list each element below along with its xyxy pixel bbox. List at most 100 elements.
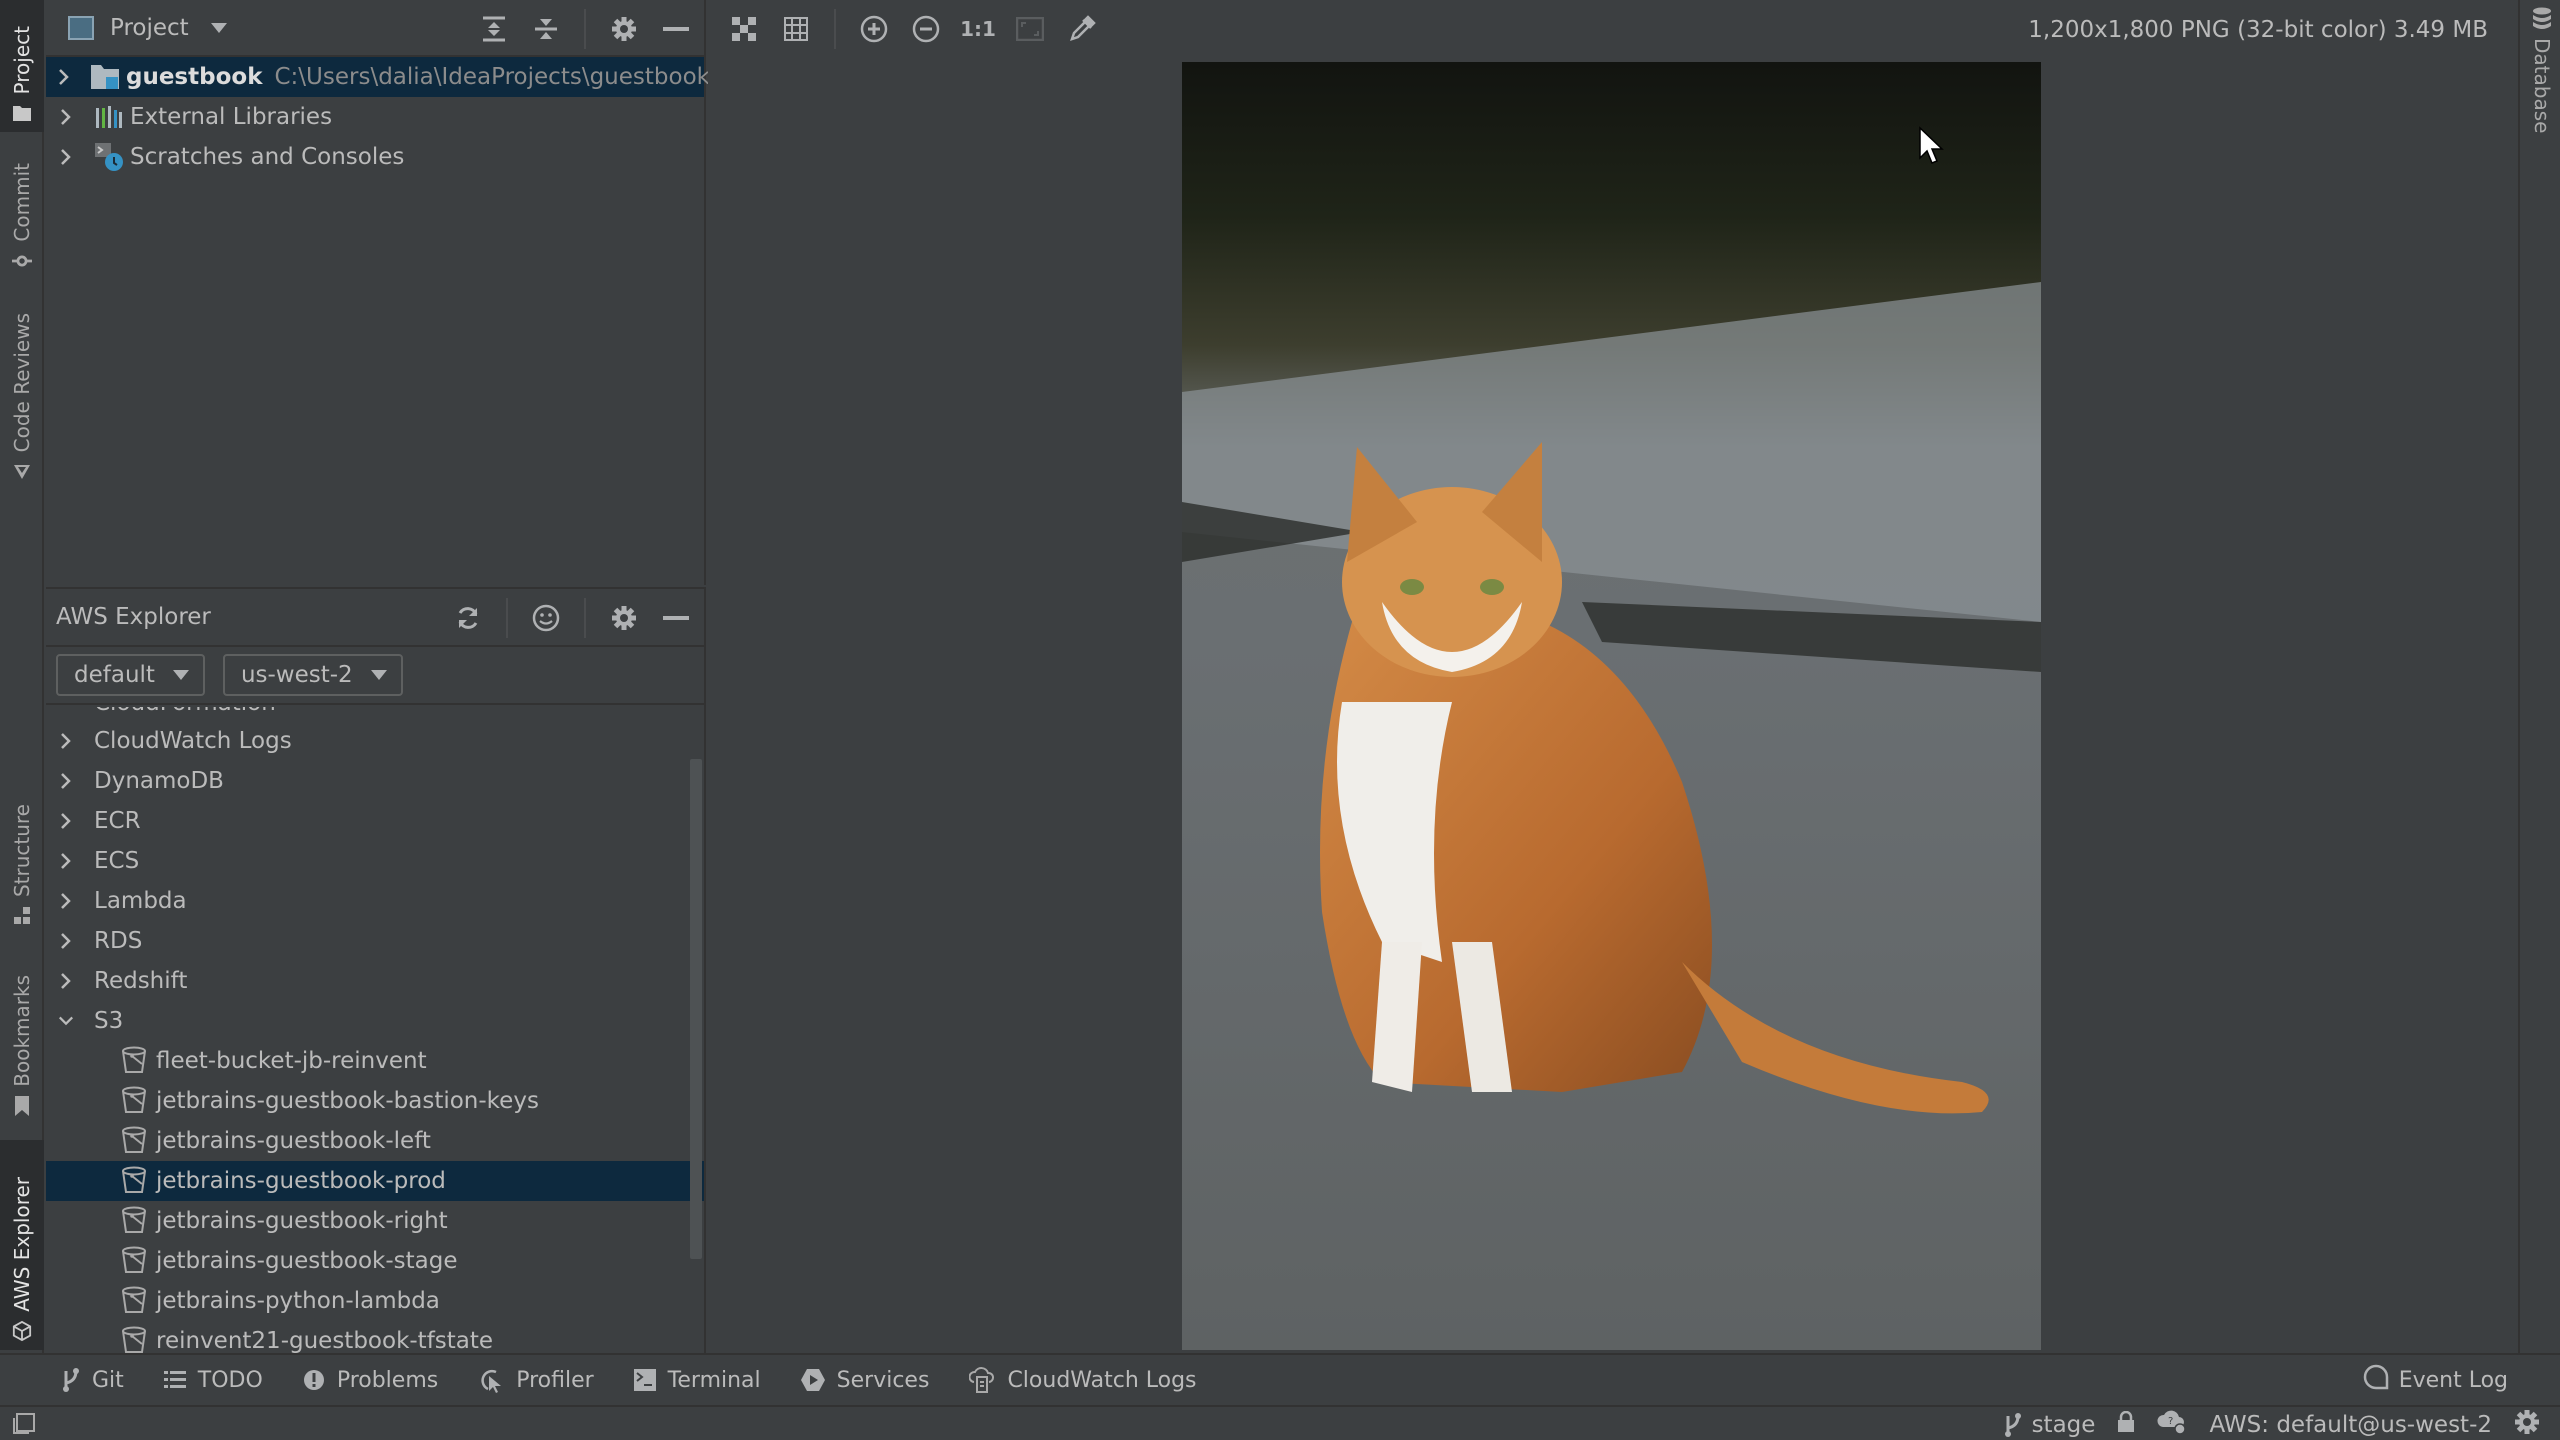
tool-window-profiler[interactable]: Profiler: [478, 1367, 594, 1393]
stripe-tab-label: Code Reviews: [10, 312, 34, 452]
tree-item-label: RDS: [94, 928, 143, 954]
image-viewer: 1:1 1,200x1,800 PNG (32-bit color) 3.49 …: [708, 0, 2518, 1353]
project-view-selector[interactable]: Project: [110, 15, 189, 41]
s3-bucket-item[interactable]: jetbrains-guestbook-stage: [46, 1241, 704, 1281]
stripe-tab-label: Commit: [10, 163, 34, 242]
stripe-tab-database[interactable]: Database: [2520, 0, 2560, 150]
stripe-tab-label: Structure: [10, 803, 34, 897]
chessboard-background-icon[interactable]: [730, 15, 758, 43]
hide-panel-icon[interactable]: [662, 15, 690, 43]
zoom-out-icon[interactable]: [912, 15, 940, 43]
tree-item-external-libraries[interactable]: External Libraries: [46, 97, 704, 137]
left-tool-stripe: Project Commit Code Reviews Structure Bo…: [0, 0, 44, 1400]
tool-window-terminal[interactable]: Terminal: [633, 1367, 761, 1393]
s3-bucket-item[interactable]: jetbrains-guestbook-left: [46, 1121, 704, 1161]
grid-icon[interactable]: [782, 15, 810, 43]
refresh-icon[interactable]: [454, 604, 482, 632]
actual-size-button[interactable]: 1:1: [960, 15, 996, 43]
chevron-right-icon[interactable]: [58, 68, 70, 86]
chevron-right-icon[interactable]: [58, 772, 74, 790]
stripe-tab-project[interactable]: Project: [0, 0, 44, 132]
s3-bucket-item[interactable]: jetbrains-guestbook-right: [46, 1201, 704, 1241]
tool-window-label: Terminal: [667, 1367, 761, 1393]
s3-bucket-item[interactable]: jetbrains-guestbook-bastion-keys: [46, 1081, 704, 1121]
git-branch-widget[interactable]: stage: [2004, 1412, 2095, 1438]
aws-service-lambda[interactable]: Lambda: [46, 881, 704, 921]
problems-icon: [303, 1369, 325, 1391]
fit-zoom-icon[interactable]: [1016, 15, 1044, 43]
tool-window-label: Services: [836, 1367, 930, 1393]
stripe-tab-aws-explorer[interactable]: AWS Explorer: [0, 1140, 44, 1350]
divider: [834, 8, 836, 49]
feedback-smiley-icon[interactable]: [532, 604, 560, 632]
tool-window-todo[interactable]: TODO: [163, 1368, 263, 1393]
vertical-scrollbar[interactable]: [690, 759, 702, 1259]
chevron-down-icon[interactable]: [58, 1015, 74, 1027]
collapse-all-icon[interactable]: [532, 15, 560, 43]
chevron-right-icon[interactable]: [58, 892, 74, 910]
project-panel: Project guestbook C:\Users\dalia\IdeaPro…: [46, 0, 710, 585]
s3-bucket-item[interactable]: fleet-bucket-jb-reinvent: [46, 1041, 704, 1081]
tool-window-cloudwatch-logs[interactable]: CloudWatch Logs: [969, 1366, 1197, 1394]
aws-service-cloudwatch-logs[interactable]: CloudWatch Logs: [46, 721, 704, 761]
lock-icon[interactable]: [2117, 1410, 2135, 1439]
chevron-right-icon[interactable]: [58, 972, 74, 990]
chevron-down-icon[interactable]: [210, 22, 227, 33]
tree-item-label: jetbrains-guestbook-bastion-keys: [156, 1088, 539, 1114]
s3-bucket-icon: [120, 1326, 150, 1353]
chevron-right-icon[interactable]: [58, 812, 74, 830]
chevron-right-icon[interactable]: [58, 932, 74, 950]
tree-item-scratches[interactable]: Scratches and Consoles: [46, 137, 704, 177]
tree-item-label: guestbook: [126, 64, 263, 90]
color-picker-icon[interactable]: [1068, 14, 1096, 43]
image-preview: [1182, 62, 2041, 1350]
s3-bucket-item[interactable]: reinvent21-guestbook-tfstate: [46, 1321, 704, 1353]
cat-photo: [1182, 62, 2041, 1350]
stripe-tab-code-reviews[interactable]: Code Reviews: [0, 300, 44, 490]
s3-bucket-icon: [120, 1166, 150, 1196]
chevron-right-icon[interactable]: [58, 148, 74, 166]
chevron-down-icon: [172, 670, 189, 680]
tree-item-label: jetbrains-guestbook-prod: [156, 1168, 446, 1194]
tool-window-label: Git: [92, 1367, 124, 1393]
tree-item-label: CloudFormation: [94, 707, 276, 716]
project-path: C:\Users\dalia\IdeaProjects\guestbook: [274, 64, 710, 90]
hide-panel-icon[interactable]: [662, 604, 690, 632]
cloudwatch-icon: [969, 1366, 995, 1394]
s3-bucket-icon: [120, 1126, 150, 1156]
chevron-right-icon[interactable]: [58, 732, 74, 750]
libraries-icon: [94, 102, 124, 132]
aws-connection-status[interactable]: AWS: default@us-west-2: [2209, 1412, 2492, 1438]
chevron-right-icon[interactable]: [58, 852, 74, 870]
aws-service-dynamodb[interactable]: DynamoDB: [46, 761, 704, 801]
aws-service-ecr[interactable]: ECR: [46, 801, 704, 841]
event-log-button[interactable]: Event Log: [2363, 1355, 2508, 1405]
expand-all-icon[interactable]: [480, 15, 508, 43]
region-dropdown[interactable]: us-west-2: [222, 654, 403, 696]
stripe-tab-structure[interactable]: Structure: [0, 795, 44, 935]
s3-bucket-item[interactable]: jetbrains-guestbook-prod: [46, 1161, 704, 1201]
s3-bucket-item[interactable]: jetbrains-python-lambda: [46, 1281, 704, 1321]
aws-service-s3[interactable]: S3: [46, 1001, 704, 1041]
gear-icon[interactable]: [2514, 1409, 2540, 1440]
profile-dropdown[interactable]: default: [56, 654, 205, 696]
services-icon: [800, 1368, 825, 1392]
tool-window-problems[interactable]: Problems: [303, 1368, 438, 1393]
tool-window-services[interactable]: Services: [800, 1367, 930, 1393]
tree-item-label: ECS: [94, 848, 140, 874]
stripe-tab-bookmarks[interactable]: Bookmarks: [0, 960, 44, 1125]
gear-icon[interactable]: [610, 15, 638, 43]
aws-service-rds[interactable]: RDS: [46, 921, 704, 961]
chevron-right-icon[interactable]: [58, 108, 74, 126]
tree-item-guestbook[interactable]: guestbook C:\Users\dalia\IdeaProjects\gu…: [46, 57, 710, 97]
aws-connection-settings-icon[interactable]: ?: [2157, 1409, 2187, 1440]
zoom-in-icon[interactable]: [860, 15, 888, 43]
aws-service-ecs[interactable]: ECS: [46, 841, 704, 881]
tool-window-git[interactable]: Git: [62, 1367, 124, 1393]
stripe-tab-commit[interactable]: Commit: [0, 150, 44, 280]
stripe-tab-label: Bookmarks: [10, 975, 34, 1087]
aws-service-redshift[interactable]: Redshift: [46, 961, 704, 1001]
toggle-tool-windows-icon[interactable]: [12, 1413, 36, 1440]
gear-icon[interactable]: [610, 604, 638, 632]
tool-window-label: Profiler: [516, 1367, 594, 1393]
